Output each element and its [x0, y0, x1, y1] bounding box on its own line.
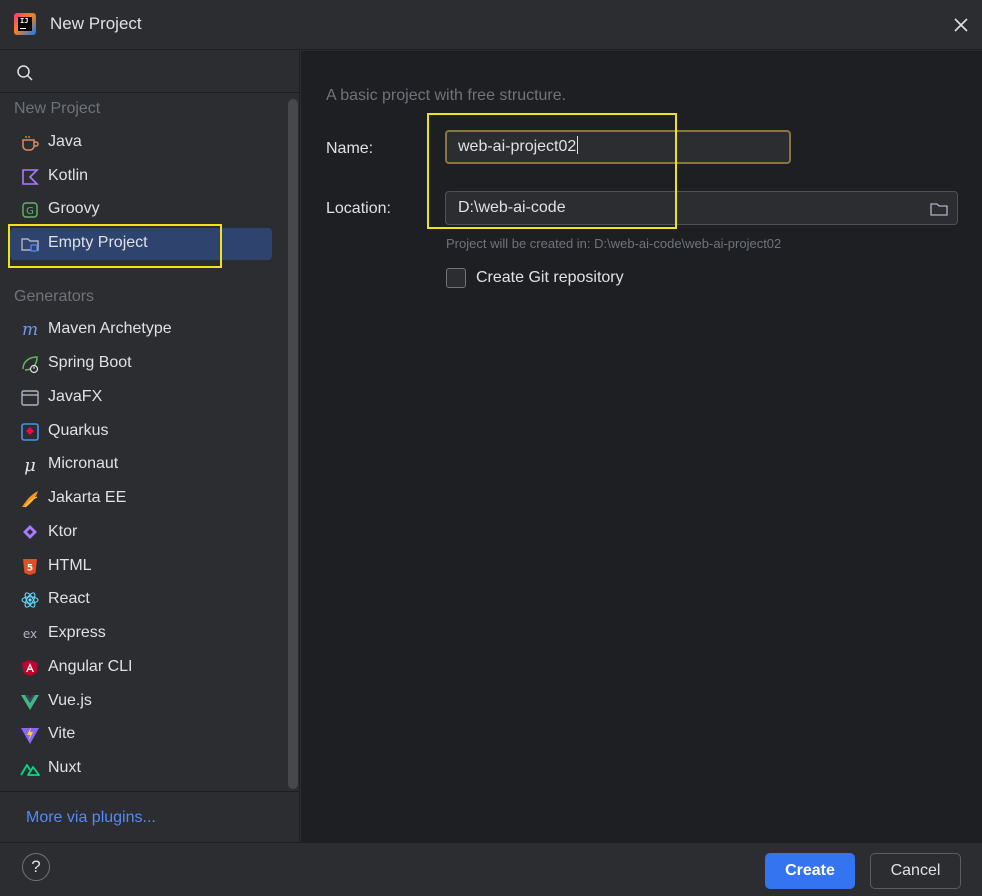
maven-icon: m	[20, 320, 40, 340]
sidebar-item-label: Groovy	[48, 200, 100, 217]
sidebar-item-vue-js[interactable]: Vue.js	[10, 686, 272, 718]
sidebar-item-label: Ktor	[48, 523, 78, 540]
sidebar-item-label: Angular CLI	[48, 658, 133, 675]
spring-boot-icon	[20, 354, 40, 374]
create-git-repository-checkbox[interactable]	[446, 268, 466, 288]
sidebar-item-react[interactable]: React	[10, 584, 272, 616]
new-project-section-label: New Project	[14, 100, 101, 117]
sidebar-item-label: JavaFX	[48, 388, 103, 405]
svg-text:G: G	[26, 206, 34, 217]
svg-text:m: m	[22, 320, 38, 340]
sidebar-item-jakarta-ee[interactable]: Jakarta EE	[10, 483, 272, 515]
svg-text:ex: ex	[23, 627, 37, 641]
window-title: New Project	[50, 14, 142, 33]
sidebar-item-label: Vite	[48, 725, 76, 742]
sidebar-item-html[interactable]: 5 HTML	[10, 551, 272, 583]
sidebar-item-label: Micronaut	[48, 455, 119, 472]
project-location-value: D:\web-ai-code	[458, 199, 566, 216]
sidebar-item-nuxt[interactable]: Nuxt	[10, 753, 272, 785]
html5-icon: 5	[20, 557, 40, 577]
quarkus-icon	[20, 422, 40, 442]
more-via-plugins-link[interactable]: More via plugins...	[26, 809, 156, 827]
sidebar-divider	[0, 791, 300, 792]
sidebar-item-maven-archetype[interactable]: m Maven Archetype	[10, 314, 272, 346]
sidebar-item-ktor[interactable]: Ktor	[10, 517, 272, 549]
folder-browse-icon[interactable]	[929, 199, 949, 219]
sidebar-item-label: Express	[48, 624, 106, 641]
cancel-button[interactable]: Cancel	[870, 853, 961, 889]
sidebar-item-label: Jakarta EE	[48, 489, 127, 506]
sidebar-item-quarkus[interactable]: Quarkus	[10, 416, 272, 448]
sidebar-item-label: Kotlin	[48, 167, 89, 184]
sidebar-item-label: React	[48, 590, 90, 607]
project-location-field[interactable]: D:\web-ai-code	[445, 191, 958, 225]
micronaut-icon: μ	[20, 455, 40, 475]
vite-icon	[20, 725, 40, 745]
sidebar-item-micronaut[interactable]: μ Micronaut	[10, 449, 272, 481]
sidebar-scrollbar-thumb[interactable]	[288, 99, 298, 789]
create-git-repository-label[interactable]: Create Git repository	[476, 269, 624, 287]
sidebar-scrollbar[interactable]	[288, 99, 298, 789]
ktor-icon	[20, 523, 40, 543]
react-icon	[20, 590, 40, 610]
sidebar-item-label: HTML	[48, 557, 92, 574]
close-icon[interactable]	[950, 14, 972, 36]
sidebar-item-javafx[interactable]: JavaFX	[10, 382, 272, 414]
sidebar-item-label: Quarkus	[48, 422, 109, 439]
javafx-window-icon	[20, 388, 40, 408]
groovy-icon: G	[20, 200, 40, 220]
search-input[interactable]	[0, 51, 300, 93]
sidebar-item-empty-project[interactable]: Empty Project	[10, 228, 272, 260]
sidebar-item-label: Maven Archetype	[48, 320, 172, 337]
dialog-footer: ? Create Cancel	[0, 842, 982, 896]
title-bar: IJ New Project	[0, 0, 982, 50]
sidebar-item-angular-cli[interactable]: Angular CLI	[10, 652, 272, 684]
location-label: Location:	[326, 200, 391, 217]
svg-text:μ: μ	[24, 455, 36, 475]
sidebar-item-label: Vue.js	[48, 692, 92, 709]
sidebar-item-java[interactable]: Java	[10, 127, 272, 159]
sidebar-item-label: Empty Project	[48, 234, 148, 251]
help-button[interactable]: ?	[22, 853, 50, 881]
sidebar-item-express[interactable]: ex Express	[10, 618, 272, 650]
text-caret	[577, 136, 579, 154]
sidebar-item-label: Java	[48, 133, 82, 150]
kotlin-icon	[20, 167, 40, 187]
name-label: Name:	[326, 140, 374, 157]
project-settings-panel: A basic project with free structure. Nam…	[301, 51, 982, 842]
create-button[interactable]: Create	[765, 853, 855, 889]
project-type-description: A basic project with free structure.	[326, 87, 567, 104]
vue-icon	[20, 692, 40, 712]
svg-text:5: 5	[27, 564, 33, 574]
search-icon	[17, 65, 33, 81]
angular-icon	[20, 658, 40, 678]
express-icon: ex	[20, 624, 40, 644]
empty-project-folder-icon	[20, 234, 40, 254]
sidebar-item-label: Spring Boot	[48, 354, 132, 371]
sidebar-item-spring-boot[interactable]: Spring Boot	[10, 348, 272, 380]
sidebar-item-kotlin[interactable]: Kotlin	[10, 161, 272, 193]
sidebar-item-vite[interactable]: Vite	[10, 719, 272, 751]
jakarta-ee-icon	[20, 489, 40, 509]
project-path-hint: Project will be created in: D:\web-ai-co…	[446, 236, 782, 251]
intellij-logo-icon: IJ	[14, 13, 36, 35]
project-type-sidebar: New Project Java Kotlin G Groovy Empty P…	[0, 51, 300, 842]
sidebar-item-groovy[interactable]: G Groovy	[10, 194, 272, 226]
nuxt-icon	[20, 759, 40, 779]
sidebar-item-label: Nuxt	[48, 759, 81, 776]
project-name-field[interactable]: web-ai-project02	[445, 130, 791, 164]
java-cup-icon	[20, 133, 40, 153]
generators-section-label: Generators	[14, 288, 95, 305]
project-name-value: web-ai-project02	[458, 138, 577, 155]
